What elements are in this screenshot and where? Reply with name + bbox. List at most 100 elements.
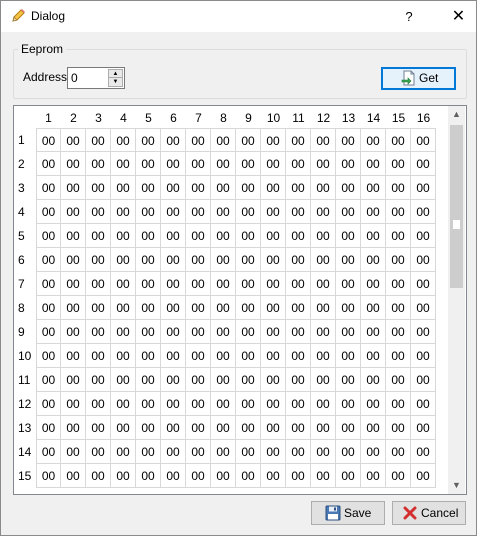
table-cell[interactable]: 00: [411, 392, 436, 416]
row-header[interactable]: 13: [14, 416, 36, 440]
table-cell[interactable]: 00: [261, 296, 286, 320]
table-cell[interactable]: 00: [36, 440, 61, 464]
table-cell[interactable]: 00: [336, 224, 361, 248]
table-cell[interactable]: 00: [186, 464, 211, 488]
row-header[interactable]: 9: [14, 320, 36, 344]
column-header[interactable]: 2: [61, 106, 86, 128]
table-cell[interactable]: 00: [236, 440, 261, 464]
table-cell[interactable]: 00: [311, 368, 336, 392]
table-cell[interactable]: 00: [236, 176, 261, 200]
table-cell[interactable]: 00: [211, 176, 236, 200]
table-cell[interactable]: 00: [361, 176, 386, 200]
table-cell[interactable]: 00: [161, 440, 186, 464]
table-cell[interactable]: 00: [286, 176, 311, 200]
table-cell[interactable]: 00: [61, 176, 86, 200]
table-cell[interactable]: 00: [361, 200, 386, 224]
table-cell[interactable]: 00: [336, 344, 361, 368]
table-cell[interactable]: 00: [61, 392, 86, 416]
table-cell[interactable]: 00: [411, 152, 436, 176]
scroll-up-icon[interactable]: ▲: [448, 106, 465, 123]
table-cell[interactable]: 00: [261, 392, 286, 416]
save-button[interactable]: Save: [311, 501, 385, 525]
table-cell[interactable]: 00: [136, 248, 161, 272]
table-cell[interactable]: 00: [36, 296, 61, 320]
table-cell[interactable]: 00: [136, 416, 161, 440]
close-button[interactable]: ✕: [441, 1, 476, 32]
table-cell[interactable]: 00: [186, 440, 211, 464]
eeprom-table[interactable]: 1 2 3 4 5 6 7 8 9 10 11 12 13 14 15 16 1 00 00 00 00 00 00 00 00…: [13, 105, 467, 495]
table-cell[interactable]: 00: [311, 464, 336, 488]
table-cell[interactable]: 00: [286, 416, 311, 440]
table-cell[interactable]: 00: [186, 176, 211, 200]
table-cell[interactable]: 00: [61, 224, 86, 248]
table-cell[interactable]: 00: [211, 320, 236, 344]
table-cell[interactable]: 00: [336, 248, 361, 272]
table-cell[interactable]: 00: [411, 464, 436, 488]
table-cell[interactable]: 00: [161, 128, 186, 152]
table-cell[interactable]: 00: [261, 200, 286, 224]
table-cell[interactable]: 00: [111, 464, 136, 488]
table-cell[interactable]: 00: [286, 320, 311, 344]
table-cell[interactable]: 00: [61, 128, 86, 152]
table-cell[interactable]: 00: [161, 200, 186, 224]
column-header[interactable]: 1: [36, 106, 61, 128]
table-cell[interactable]: 00: [61, 272, 86, 296]
table-cell[interactable]: 00: [261, 320, 286, 344]
table-cell[interactable]: 00: [286, 272, 311, 296]
table-cell[interactable]: 00: [236, 152, 261, 176]
table-cell[interactable]: 00: [411, 128, 436, 152]
table-cell[interactable]: 00: [386, 464, 411, 488]
table-cell[interactable]: 00: [86, 152, 111, 176]
table-cell[interactable]: 00: [111, 272, 136, 296]
row-header[interactable]: 15: [14, 464, 36, 488]
help-button[interactable]: ?: [393, 1, 425, 32]
table-cell[interactable]: 00: [261, 224, 286, 248]
table-cell[interactable]: 00: [236, 296, 261, 320]
table-cell[interactable]: 00: [61, 344, 86, 368]
table-cell[interactable]: 00: [336, 200, 361, 224]
table-cell[interactable]: 00: [261, 368, 286, 392]
table-cell[interactable]: 00: [86, 224, 111, 248]
table-cell[interactable]: 00: [411, 344, 436, 368]
table-cell[interactable]: 00: [336, 320, 361, 344]
table-cell[interactable]: 00: [36, 224, 61, 248]
table-cell[interactable]: 00: [411, 176, 436, 200]
table-cell[interactable]: 00: [136, 176, 161, 200]
table-cell[interactable]: 00: [111, 152, 136, 176]
table-cell[interactable]: 00: [361, 248, 386, 272]
table-cell[interactable]: 00: [386, 368, 411, 392]
table-cell[interactable]: 00: [361, 272, 386, 296]
table-cell[interactable]: 00: [411, 368, 436, 392]
table-cell[interactable]: 00: [111, 392, 136, 416]
table-cell[interactable]: 00: [186, 272, 211, 296]
table-cell[interactable]: 00: [86, 464, 111, 488]
column-header[interactable]: 7: [186, 106, 211, 128]
table-cell[interactable]: 00: [161, 296, 186, 320]
table-cell[interactable]: 00: [386, 296, 411, 320]
row-header[interactable]: 5: [14, 224, 36, 248]
column-header[interactable]: 8: [211, 106, 236, 128]
table-cell[interactable]: 00: [136, 464, 161, 488]
table-cell[interactable]: 00: [36, 392, 61, 416]
table-cell[interactable]: 00: [136, 224, 161, 248]
table-cell[interactable]: 00: [36, 344, 61, 368]
table-cell[interactable]: 00: [261, 248, 286, 272]
table-cell[interactable]: 00: [161, 416, 186, 440]
table-cell[interactable]: 00: [411, 200, 436, 224]
table-cell[interactable]: 00: [61, 296, 86, 320]
table-cell[interactable]: 00: [236, 224, 261, 248]
table-cell[interactable]: 00: [36, 416, 61, 440]
table-cell[interactable]: 00: [36, 248, 61, 272]
table-cell[interactable]: 00: [361, 344, 386, 368]
table-cell[interactable]: 00: [386, 272, 411, 296]
table-cell[interactable]: 00: [111, 344, 136, 368]
table-cell[interactable]: 00: [136, 368, 161, 392]
table-cell[interactable]: 00: [361, 128, 386, 152]
table-cell[interactable]: 00: [361, 416, 386, 440]
table-cell[interactable]: 00: [161, 224, 186, 248]
row-header[interactable]: 1: [14, 128, 36, 152]
table-cell[interactable]: 00: [236, 464, 261, 488]
table-cell[interactable]: 00: [61, 320, 86, 344]
table-cell[interactable]: 00: [236, 320, 261, 344]
table-cell[interactable]: 00: [236, 248, 261, 272]
